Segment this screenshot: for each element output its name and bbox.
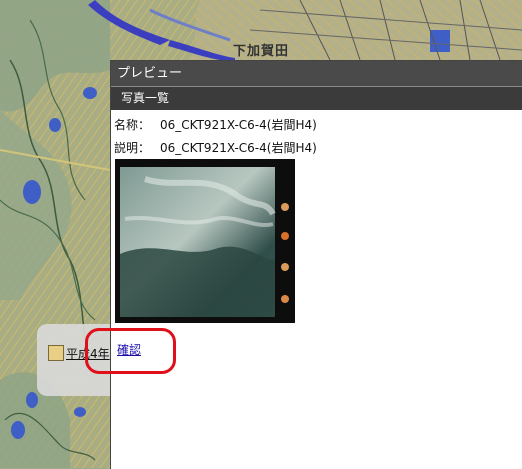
photo-name-value: 06_CKT921X-C6-4(岩間H4): [160, 118, 317, 132]
photo-name-label: 名称：: [114, 118, 151, 132]
aerial-photo-thumbnail[interactable]: [115, 159, 295, 323]
photo-name-row: 名称： 06_CKT921X-C6-4(岩間H4): [114, 116, 317, 133]
tab-photo-list[interactable]: 写真一覧: [111, 86, 522, 110]
highlight-annotation: [85, 328, 176, 374]
photo-desc-label: 説明：: [114, 141, 151, 155]
photo-desc-value: 06_CKT921X-C6-4(岩間H4): [160, 141, 317, 155]
map-place-label: 下加賀田: [233, 44, 290, 59]
photo-desc-row: 説明： 06_CKT921X-C6-4(岩間H4): [114, 139, 317, 156]
legend-swatch-icon: [48, 345, 64, 361]
preview-titlebar[interactable]: プレビュー: [111, 61, 522, 86]
preview-panel: プレビュー 写真一覧 名称： 06_CKT921X-C6-4(岩間H4) 説明： 0…: [110, 60, 522, 469]
